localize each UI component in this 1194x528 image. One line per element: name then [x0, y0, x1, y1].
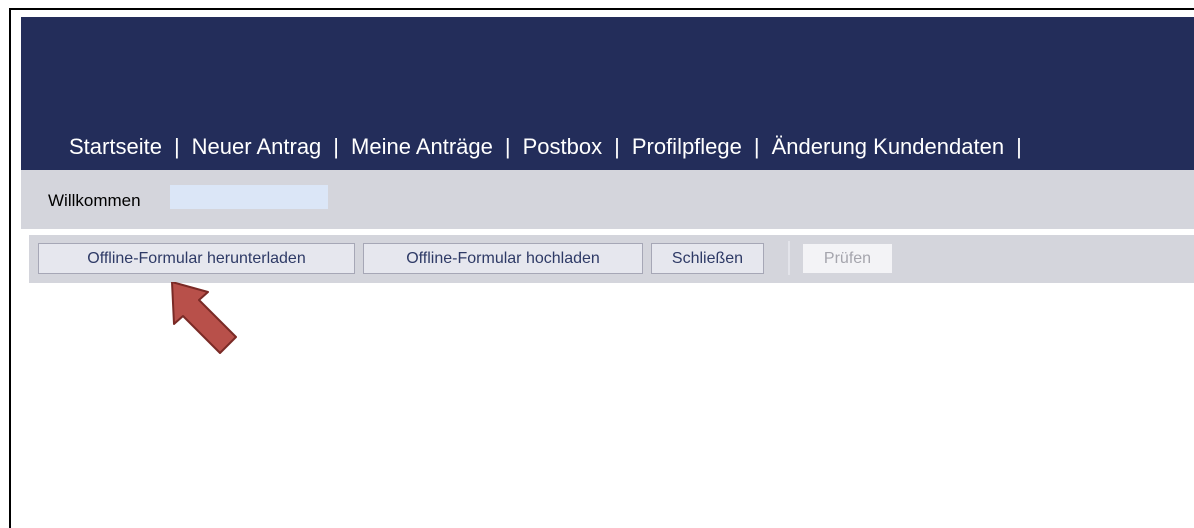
- nav-item-profilpflege[interactable]: Profilpflege: [632, 134, 742, 159]
- download-offline-form-button[interactable]: Offline-Formular herunterladen: [38, 243, 355, 274]
- main-nav: Startseite | Neuer Antrag | Meine Anträge | Po…: [69, 134, 1034, 160]
- check-button: Prüfen: [802, 243, 893, 274]
- upload-offline-form-button[interactable]: Offline-Formular hochladen: [363, 243, 643, 274]
- nav-separator: |: [1016, 134, 1022, 159]
- top-navigation-header: Startseite | Neuer Antrag | Meine Anträge | Po…: [21, 17, 1194, 170]
- welcome-bar: Willkommen: [21, 170, 1194, 229]
- welcome-label: Willkommen: [48, 191, 141, 210]
- nav-separator: |: [173, 134, 180, 159]
- nav-separator: |: [504, 134, 511, 159]
- nav-item-aenderung-kundendaten[interactable]: Änderung Kundendaten: [772, 134, 1004, 159]
- form-toolbar: Offline-Formular herunterladen Offline-F…: [29, 235, 1194, 283]
- user-name-redacted: [170, 185, 328, 209]
- toolbar-divider: [788, 241, 790, 275]
- arrow-up-left-icon: [171, 282, 237, 354]
- nav-item-postbox[interactable]: Postbox: [523, 134, 603, 159]
- nav-item-startseite[interactable]: Startseite: [69, 134, 162, 159]
- nav-separator: |: [753, 134, 760, 159]
- nav-item-meine-antraege[interactable]: Meine Anträge: [351, 134, 493, 159]
- nav-item-neuer-antrag[interactable]: Neuer Antrag: [192, 134, 322, 159]
- close-button[interactable]: Schließen: [651, 243, 764, 274]
- nav-separator: |: [333, 134, 340, 159]
- nav-separator: |: [614, 134, 620, 159]
